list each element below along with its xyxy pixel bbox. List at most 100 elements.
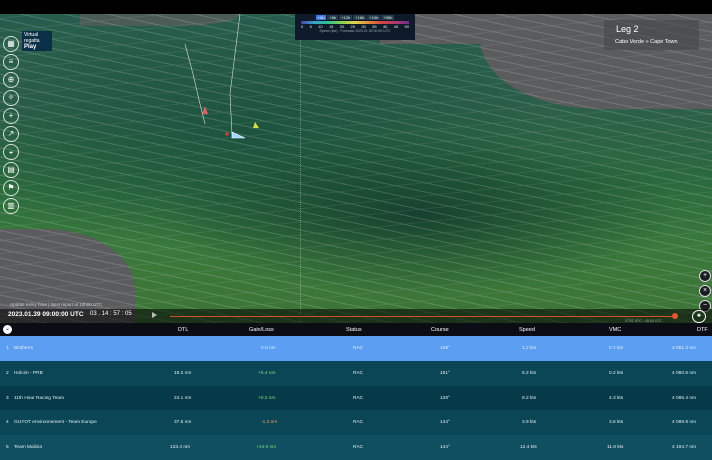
update-note: Update every hour | Next report at 10h00… [10,302,103,307]
col-dtl[interactable]: DTL [178,327,188,333]
shield-icon[interactable]: ◒ [3,144,19,160]
forecast-tabs: +0h +6h +12h +18h +24h +36h [295,14,415,20]
status: RAC [353,420,364,426]
vmc: 0.7 kts [609,346,624,351]
leg-title: Leg 2 [616,24,639,34]
boat-tracks [184,14,259,139]
col-gain[interactable]: Gain/Loss [249,327,274,333]
stats-icon[interactable]: ▥ [3,198,19,214]
table-row[interactable]: 5 Team Malizia 133.4 nm +14.9 nm RAC 144… [0,435,712,460]
col-speed[interactable]: Speed [519,327,535,333]
boat-marker-guyot [225,132,229,136]
timeline-bar: 2023.01.39 09:00:00 UTC 03 . 14 : 57 : 0… [0,309,712,323]
course: 158° [440,346,450,351]
logo-text-3: Play [24,44,37,50]
dtl: 37.5 nm [174,420,192,426]
forecast-tab[interactable]: +18h [353,15,367,20]
dtf: 4 080.5 nm [672,370,697,376]
gain-loss: +14.9 nm [256,445,277,451]
plus-icon[interactable]: + [3,108,19,124]
forecast-tab[interactable]: +36h [381,15,395,20]
dtf: 4 085.4 nm [672,395,697,401]
status: RAC [353,346,364,351]
rank: 4 [6,420,9,426]
vmc: 11.8 kts [607,445,624,451]
virtual-regatta-logo[interactable]: Virtual regatta Play [22,31,52,51]
table-header: ⌄ DTL Gain/Loss Status Course Speed VMC … [0,323,712,336]
table-row[interactable]: 1 Biotherm 0.0 nm RAC 158° 1.2 kts 0.7 k… [0,336,712,361]
play-icon[interactable] [152,312,157,318]
speed: 8.2 kts [522,395,537,401]
vmc: 4.3 kts [609,395,624,401]
col-dtf[interactable]: DTF [697,327,708,333]
boat-marker-biotherm [231,131,246,139]
table-row[interactable]: 2 Holcim - PRB 19.2 nm +0.4 nm RAC 161° … [0,360,712,386]
course: 161° [440,370,450,376]
col-course[interactable]: Course [431,327,449,333]
speed: 3.9 kts [522,420,537,426]
forecast-tab[interactable]: +0h [315,15,327,20]
gain-loss: +0.2 nm [258,395,276,401]
map-toolbar: ▦ ≡ ⊕ ✧ + ↗ ◒ ▤ ⚑ ▥ [2,36,20,216]
leg-info-card: Leg 2 Cabo Verde » Cape Town [604,20,699,50]
chevron-down-icon[interactable]: ⌄ [3,325,12,334]
dtl: 19.2 nm [174,370,192,376]
rank: 3 [6,395,9,401]
lines-icon[interactable]: ≡ [3,54,19,70]
forecast-tab[interactable]: +24h [367,15,381,20]
close-button[interactable]: × [699,285,711,297]
crosshair-icon[interactable]: ⊕ [3,72,19,88]
boat-marker-11th [253,122,259,128]
gain-loss: +0.4 nm [258,370,276,376]
forecast-tab[interactable]: +12h [339,15,353,20]
status: RAC [353,445,364,451]
dtl: 24.1 nm [174,395,192,401]
top-bar [0,0,712,14]
timeline-track[interactable] [170,316,674,317]
dtf: 4 098.8 nm [672,420,697,426]
gain-loss: -1.3 nm [261,420,278,426]
race-clock: 03 . 14 : 57 : 05 [90,311,132,317]
course: 144° [440,420,450,426]
dtl: 133.4 nm [170,445,191,451]
rank: 5 [6,445,9,451]
forecast-tab[interactable]: +6h [327,15,339,20]
speed: 5.2 kts [522,370,537,376]
legend-caption: Speed (kts) · Forecast 2023.01.39 00:00 … [319,29,391,33]
dtf: 4 061.3 nm [672,346,697,351]
boat-name: Biotherm [14,346,34,351]
gain-loss: 0.0 nm [261,346,276,351]
speed: 1.2 kts [522,346,537,351]
route-icon[interactable]: ↗ [3,126,19,142]
table-row[interactable]: 3 11th Hour Racing Team 24.1 nm +0.2 nm … [0,386,712,411]
tick: 45 [393,24,399,29]
ranking-table: ⌄ DTL Gain/Loss Status Course Speed VMC … [0,323,712,460]
speed: 12.4 kts [520,445,537,451]
timeline-handle[interactable] [672,313,678,319]
course: 144° [440,445,450,451]
rank: 2 [6,370,9,376]
boat-name: GUYOT environnement - Team Europe [14,420,97,426]
tick: 50 [404,24,409,29]
chart-icon[interactable]: ▤ [3,162,19,178]
flag-icon[interactable]: ⚑ [3,180,19,196]
vmc: 3.6 kts [609,420,624,426]
boat-name: Holcim - PRB [14,370,43,376]
compass-icon[interactable]: ✧ [3,90,19,106]
course: 128° [440,395,450,401]
rank: 1 [6,346,9,351]
status: RAC [353,370,364,376]
col-status[interactable]: Status [346,327,362,333]
vmc: 0.2 kts [609,370,624,376]
current-datetime: 2023.01.39 09:00:00 UTC [8,311,84,318]
tick: 0 [301,24,304,29]
col-vmc[interactable]: VMC [609,327,621,333]
leg-route: Cabo Verde » Cape Town [615,39,678,45]
boat-name: Team Malizia [14,445,42,451]
layers-icon[interactable]: ▦ [3,36,19,52]
table-row[interactable]: 4 GUYOT environnement - Team Europe 37.5… [0,410,712,436]
weather-map[interactable]: Virtual regatta Play ▦ ≡ ⊕ ✧ + ↗ ◒ ▤ ⚑ ▥… [0,14,712,323]
boat-marker-holcim [202,106,208,114]
zoom-in-button[interactable]: + [699,270,711,282]
wind-legend: +0h +6h +12h +18h +24h +36h 0 5 10 15 20… [295,14,415,40]
